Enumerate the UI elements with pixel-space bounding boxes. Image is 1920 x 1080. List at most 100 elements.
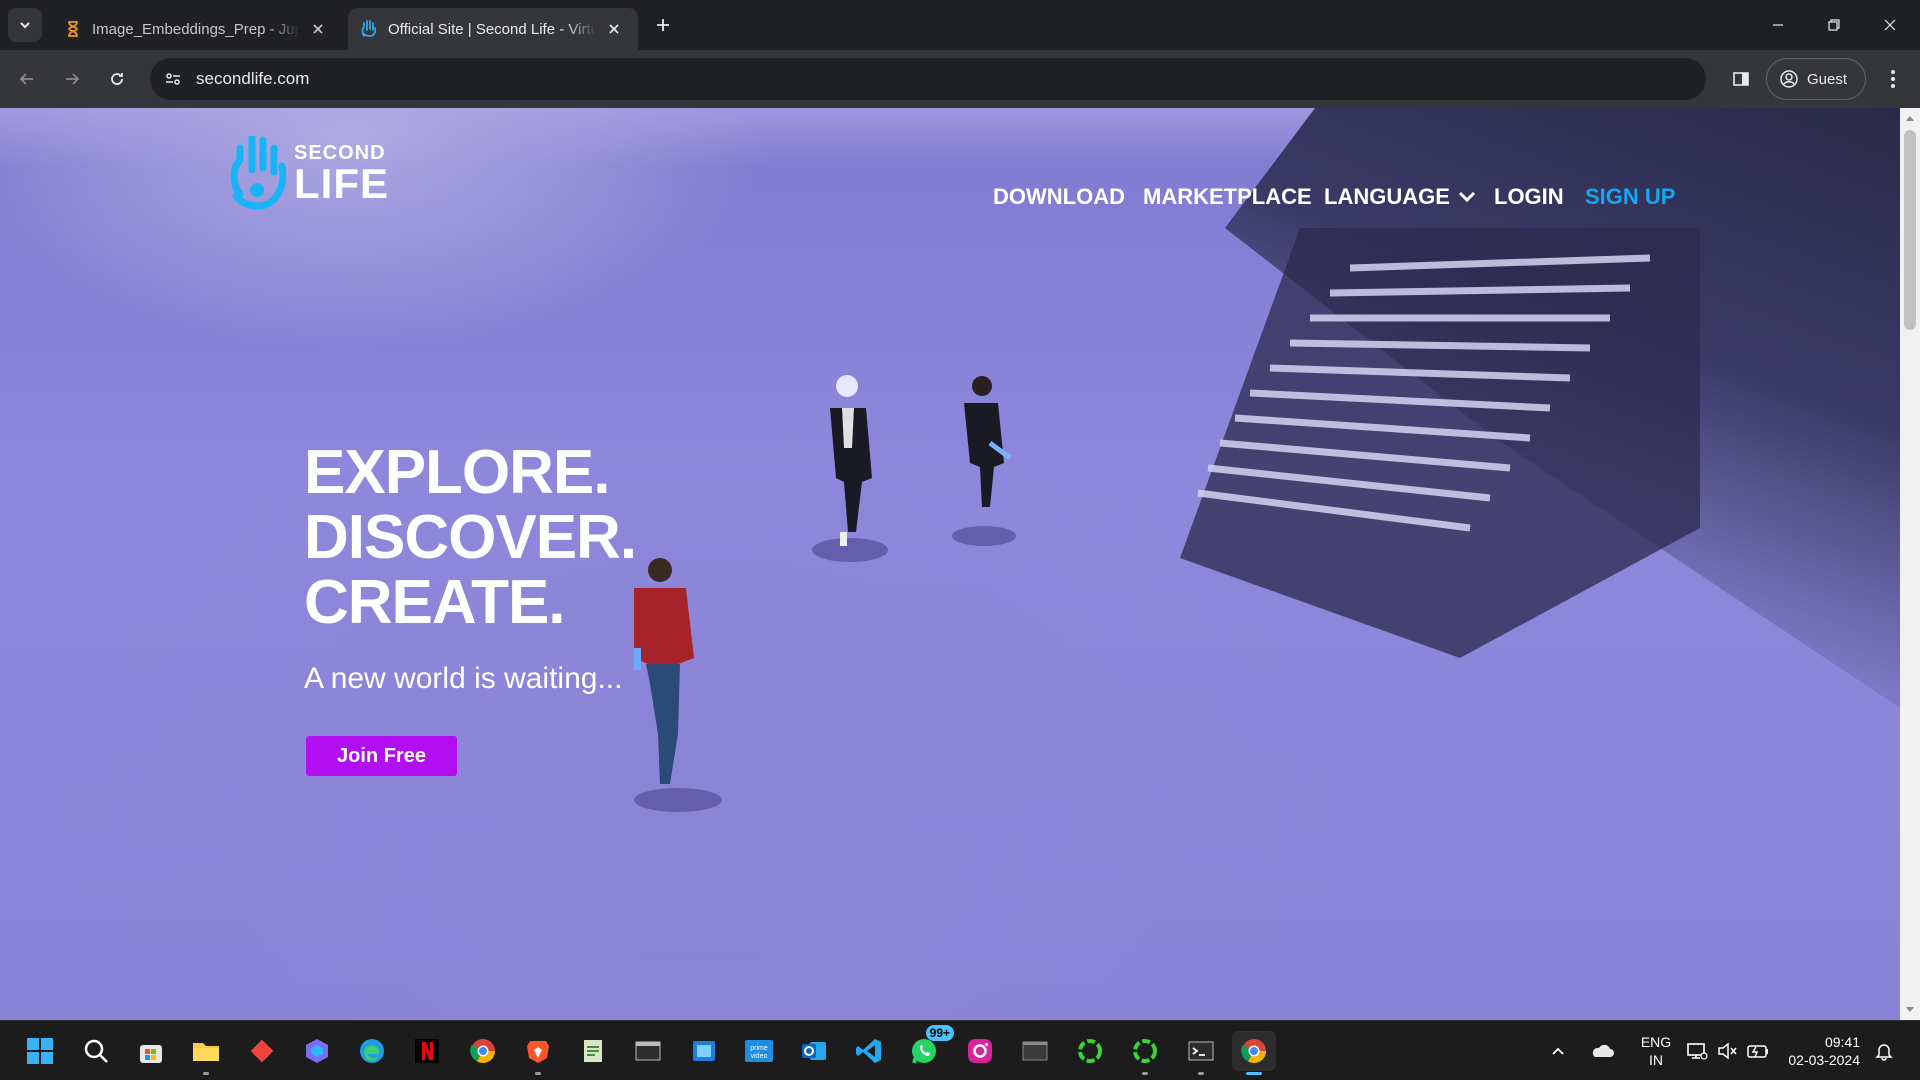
anydesk-icon[interactable]	[242, 1031, 282, 1071]
brave-icon[interactable]	[518, 1031, 558, 1075]
browser-menu-button[interactable]	[1878, 62, 1908, 96]
windows-taskbar: prime video 99+ ENG IN 09:41 02-03-2024	[0, 1020, 1920, 1080]
network-icon[interactable]	[1686, 1021, 1708, 1080]
site-info-icon[interactable]	[158, 64, 188, 94]
close-window-button[interactable]	[1862, 0, 1918, 50]
show-hidden-icons-button[interactable]	[1550, 1021, 1566, 1080]
instagram-icon[interactable]	[960, 1031, 1000, 1071]
notification-badge: 99+	[925, 1025, 954, 1041]
forward-button[interactable]	[55, 62, 89, 96]
notifications-button[interactable]	[1874, 1021, 1894, 1080]
battery-icon[interactable]	[1746, 1021, 1770, 1080]
hero-subtitle: A new world is waiting...	[304, 662, 623, 695]
vscode-icon[interactable]	[849, 1031, 889, 1071]
avatar-figure	[812, 375, 888, 562]
reload-button[interactable]	[100, 62, 134, 96]
tab-title: Official Site | Second Life - Virtual Wo…	[388, 20, 596, 38]
windows-start-icon[interactable]	[20, 1031, 60, 1071]
nav-login[interactable]: LOGIN	[1494, 184, 1564, 210]
copilot-icon[interactable]	[297, 1031, 337, 1071]
profile-button[interactable]: Guest	[1766, 58, 1866, 100]
prime-video-icon[interactable]: prime video	[739, 1031, 779, 1071]
svg-text:video: video	[751, 1053, 768, 1060]
refresh-green-2-icon[interactable]	[1125, 1031, 1165, 1075]
close-icon	[1884, 19, 1896, 31]
hero-line-3: CREATE.	[304, 568, 566, 637]
edge-icon[interactable]	[352, 1031, 392, 1071]
hero-line-1: EXPLORE.	[304, 438, 611, 507]
side-panel-button[interactable]	[1724, 62, 1758, 96]
file-explorer-icon[interactable]	[186, 1031, 226, 1075]
second-life-hand-icon	[361, 20, 377, 37]
tab-second-life[interactable]: Official Site | Second Life - Virtual Wo…	[348, 8, 638, 50]
close-icon[interactable]	[604, 19, 624, 39]
restore-button[interactable]	[1806, 0, 1862, 50]
running-indicator	[203, 1072, 209, 1075]
background-stairs	[1180, 228, 1700, 658]
back-button[interactable]	[10, 62, 44, 96]
hero-line-2: DISCOVER.	[304, 503, 637, 572]
system-clock[interactable]: 09:41 02-03-2024	[1780, 1033, 1860, 1069]
minimize-button[interactable]	[1750, 0, 1806, 50]
onedrive-icon[interactable]	[1590, 1021, 1614, 1080]
browser-toolbar: secondlife.com Guest	[0, 50, 1920, 108]
language-line-2: IN	[1649, 1052, 1663, 1068]
address-bar[interactable]: secondlife.com	[150, 58, 1706, 100]
chrome-active-icon[interactable]	[1232, 1031, 1276, 1075]
scroll-down-icon[interactable]	[1905, 1006, 1915, 1014]
close-icon[interactable]	[308, 19, 328, 39]
arrow-right-icon	[66, 73, 80, 85]
netflix-icon[interactable]	[407, 1031, 447, 1071]
hourglass-icon	[68, 21, 78, 37]
reload-icon	[111, 73, 123, 85]
bell-icon	[1875, 1044, 1893, 1061]
more-vertical-icon	[1891, 70, 1895, 88]
scrollbar-thumb[interactable]	[1904, 130, 1916, 330]
chevron-down-icon	[1458, 191, 1476, 203]
hero-title: EXPLORE. DISCOVER. CREATE.	[304, 438, 637, 637]
outlook-icon[interactable]	[794, 1031, 834, 1071]
clock-time: 09:41	[1824, 1034, 1860, 1050]
browser-tab-strip: Image_Embeddings_Prep - Jupyter Official…	[0, 0, 1920, 50]
chevron-up-icon	[1552, 1047, 1564, 1055]
chrome-icon[interactable]	[463, 1031, 503, 1071]
svg-text:prime: prime	[750, 1045, 768, 1052]
arrow-left-icon	[19, 73, 33, 85]
search-icon[interactable]	[76, 1031, 116, 1071]
running-indicator	[1198, 1072, 1204, 1075]
profile-label: Guest	[1807, 70, 1848, 88]
microsoft-store-icon[interactable]	[131, 1031, 171, 1071]
nav-download[interactable]: DOWNLOAD	[993, 184, 1125, 210]
chevron-down-icon	[20, 22, 30, 29]
plus-icon	[657, 19, 669, 31]
running-indicator	[535, 1072, 541, 1075]
powershell-icon[interactable]	[1181, 1031, 1221, 1075]
cmd-icon[interactable]	[1015, 1031, 1055, 1071]
new-tab-button[interactable]	[650, 12, 676, 38]
language-line-1: ENG	[1640, 1034, 1672, 1050]
nav-language[interactable]: LANGUAGE	[1324, 184, 1476, 210]
url-text: secondlife.com	[196, 69, 310, 88]
avatar-figure	[952, 376, 1016, 546]
scroll-up-icon[interactable]	[1905, 114, 1915, 122]
site-navigation: DOWNLOAD MARKETPLACE LANGUAGE LOGIN SIGN…	[0, 184, 1900, 224]
clock-date: 02-03-2024	[1788, 1052, 1860, 1068]
refresh-green-icon[interactable]	[1070, 1031, 1110, 1071]
volume-muted-icon[interactable]	[1716, 1021, 1738, 1080]
notepad-icon[interactable]	[573, 1031, 613, 1071]
avatar-figure	[634, 558, 722, 812]
tab-jupyter[interactable]: Image_Embeddings_Prep - Jupyter	[52, 8, 346, 50]
terminal-icon[interactable]	[628, 1031, 668, 1071]
whatsapp-icon[interactable]: 99+	[904, 1025, 954, 1071]
join-free-button[interactable]: Join Free	[306, 736, 457, 776]
restore-icon	[1828, 19, 1840, 31]
nav-signup[interactable]: SIGN UP	[1585, 184, 1675, 210]
nav-marketplace[interactable]: MARKETPLACE	[1143, 184, 1312, 210]
tab-search-button[interactable]	[8, 8, 42, 42]
windows-app-icon[interactable]	[684, 1031, 724, 1071]
page-scrollbar[interactable]	[1900, 108, 1920, 1020]
running-indicator	[1142, 1072, 1148, 1075]
language-indicator[interactable]: ENG IN	[1636, 1033, 1676, 1069]
tab-title: Image_Embeddings_Prep - Jupyter	[92, 20, 300, 38]
active-indicator	[1246, 1072, 1262, 1075]
